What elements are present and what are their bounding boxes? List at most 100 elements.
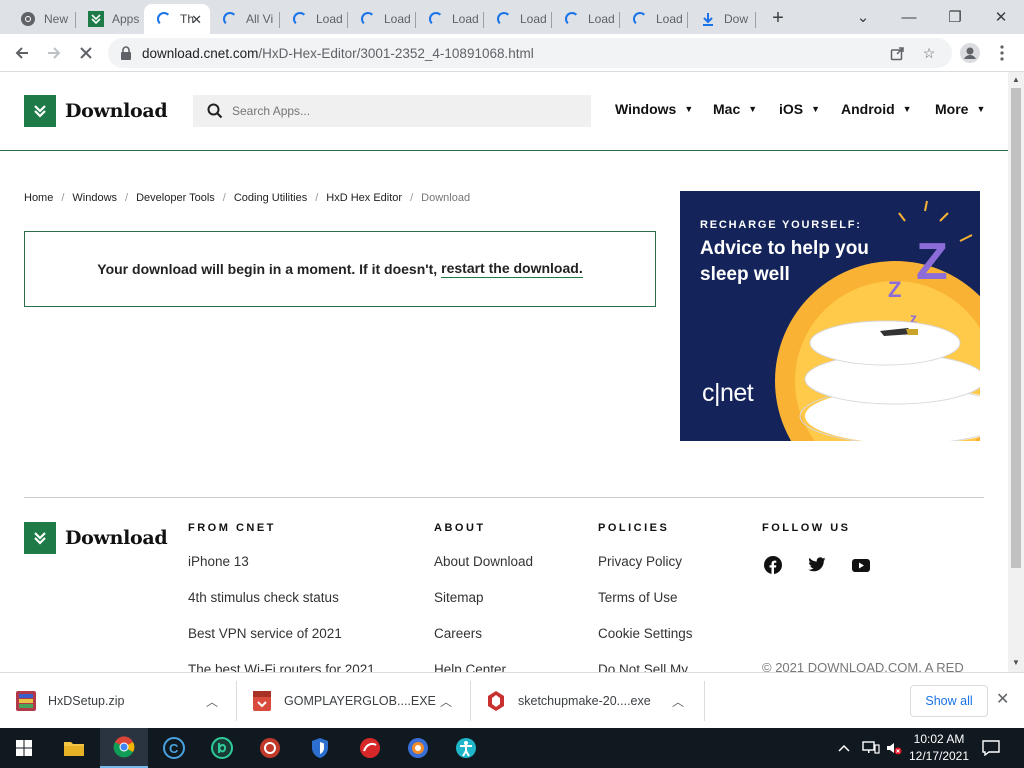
forward-button[interactable]: [40, 39, 68, 67]
ad-banner[interactable]: Z Z z RECHARGE YOURSELF: Advice to help …: [680, 191, 980, 441]
footer-logo[interactable]: Download: [24, 522, 168, 554]
download-notice: Your download will begin in a moment. If…: [24, 231, 656, 307]
windows-taskbar: C 10:02 AM 12/17/2021: [0, 728, 1024, 768]
download-item[interactable]: sketchupmake-20....exe ︿: [484, 681, 702, 721]
file-explorer-icon[interactable]: [50, 728, 98, 768]
back-button[interactable]: [8, 39, 36, 67]
download-item[interactable]: HxDSetup.zip ︿: [14, 681, 234, 721]
tab-search-icon[interactable]: ⌄: [840, 0, 886, 34]
start-button[interactable]: [0, 728, 48, 768]
download-separator: [704, 681, 705, 721]
chevron-up-icon[interactable]: ︿: [440, 693, 452, 710]
close-window-button[interactable]: ✕: [978, 0, 1024, 34]
footer-link[interactable]: Best VPN service of 2021: [188, 626, 375, 662]
chrome-icon: [20, 11, 36, 27]
restart-download-link[interactable]: restart the download.: [441, 260, 583, 278]
footer-heading: POLICIES: [598, 522, 670, 534]
tab-loading[interactable]: Load: [620, 4, 688, 34]
footer-link[interactable]: Help Center: [434, 662, 533, 672]
scroll-up-arrow-icon[interactable]: ▲: [1012, 75, 1020, 84]
nav-more[interactable]: More ▼: [935, 101, 985, 117]
profile-avatar[interactable]: [956, 39, 984, 67]
tab-loading[interactable]: Load: [348, 4, 416, 34]
breadcrumb-windows[interactable]: Windows: [72, 192, 117, 204]
system-clock[interactable]: 10:02 AM 12/17/2021: [906, 731, 972, 765]
youtube-icon[interactable]: [850, 554, 872, 576]
twitter-icon[interactable]: [806, 554, 828, 576]
footer-link[interactable]: The best Wi-Fi routers for 2021: [188, 662, 375, 672]
footer-link[interactable]: Cookie Settings: [598, 626, 693, 662]
tab-new[interactable]: New: [8, 4, 76, 34]
minimize-button[interactable]: —: [886, 0, 932, 34]
footer-link[interactable]: Do Not Sell My: [598, 662, 693, 672]
restore-button[interactable]: ❐: [932, 0, 978, 34]
nav-windows[interactable]: Windows ▼: [615, 101, 693, 117]
app-icon[interactable]: [198, 728, 246, 768]
downloads-bar: HxDSetup.zip ︿ GOMPLAYERGLOB....EXE ︿ sk…: [0, 672, 1024, 728]
footer-link[interactable]: Terms of Use: [598, 590, 693, 626]
stop-loading-button[interactable]: [72, 39, 100, 67]
site-logo[interactable]: Download: [24, 95, 168, 127]
download-logo-icon: [24, 522, 56, 554]
new-tab-button[interactable]: +: [764, 4, 792, 32]
footer-link[interactable]: 4th stimulus check status: [188, 590, 375, 626]
nav-label: Android: [841, 101, 895, 117]
security-shield-icon[interactable]: [296, 728, 344, 768]
notice-text: Your download will begin in a moment. If…: [97, 261, 438, 277]
chrome-taskbar-icon[interactable]: [100, 728, 148, 768]
breadcrumb-hxd-hex-editor[interactable]: HxD Hex Editor: [326, 192, 402, 204]
nav-android[interactable]: Android ▼: [841, 101, 912, 117]
breadcrumb-home[interactable]: Home: [24, 192, 53, 204]
chevron-up-icon[interactable]: ︿: [206, 693, 218, 710]
tab-loading[interactable]: Load: [552, 4, 620, 34]
scrollbar-thumb[interactable]: [1011, 88, 1021, 568]
address-bar[interactable]: download.cnet.com/HxD-Hex-Editor/3001-23…: [108, 38, 952, 68]
show-hidden-icons-chevron[interactable]: [838, 728, 850, 768]
scroll-down-arrow-icon[interactable]: ▼: [1012, 658, 1020, 667]
chevron-up-icon[interactable]: ︿: [672, 693, 684, 710]
download-item[interactable]: GOMPLAYERGLOB....EXE ︿: [250, 681, 468, 721]
tab-label: Load: [520, 12, 547, 26]
facebook-icon[interactable]: [762, 554, 784, 576]
tab-active[interactable]: Th ✕: [144, 4, 210, 34]
browser-menu-button[interactable]: [988, 39, 1016, 67]
nav-label: Mac: [713, 101, 741, 117]
breadcrumb-coding-utilities[interactable]: Coding Utilities: [234, 192, 307, 204]
app-icon[interactable]: [246, 728, 294, 768]
footer-heading: FOLLOW US: [762, 522, 851, 534]
footer-link[interactable]: Privacy Policy: [598, 554, 693, 590]
footer-link[interactable]: iPhone 13: [188, 554, 375, 590]
tab-all-vi[interactable]: All Vi: [210, 4, 280, 34]
close-tab-icon[interactable]: ✕: [191, 12, 202, 28]
page-scrollbar[interactable]: ▲ ▼: [1008, 72, 1024, 672]
close-downloads-bar-icon[interactable]: ✕: [996, 689, 1009, 709]
tab-label: Load: [656, 12, 683, 26]
tab-loading[interactable]: Load: [484, 4, 552, 34]
search-box[interactable]: [193, 95, 591, 127]
star-bookmark-icon[interactable]: ☆: [920, 44, 938, 62]
footer-divider: [24, 497, 984, 498]
tab-download[interactable]: Dow: [688, 4, 756, 34]
tab-separator: [755, 12, 756, 28]
breadcrumb-separator: /: [222, 192, 226, 204]
search-input[interactable]: [232, 104, 572, 118]
breadcrumb-developer-tools[interactable]: Developer Tools: [136, 192, 215, 204]
volume-muted-icon[interactable]: [886, 728, 902, 768]
show-all-downloads-button[interactable]: Show all: [910, 685, 988, 717]
browser-shield-icon[interactable]: [394, 728, 442, 768]
notifications-icon[interactable]: [982, 728, 1000, 768]
footer-link[interactable]: About Download: [434, 554, 533, 590]
footer-link[interactable]: Sitemap: [434, 590, 533, 626]
archive-file-icon: [14, 689, 38, 713]
nav-mac[interactable]: Mac ▼: [713, 101, 757, 117]
tab-loading[interactable]: Load: [416, 4, 484, 34]
network-icon[interactable]: [862, 728, 880, 768]
share-icon[interactable]: [888, 44, 906, 62]
ccleaner-icon[interactable]: C: [150, 728, 198, 768]
tab-loading[interactable]: Load: [280, 4, 348, 34]
footer-link[interactable]: Careers: [434, 626, 533, 662]
nav-ios[interactable]: iOS ▼: [779, 101, 820, 117]
tab-apps[interactable]: Apps: [76, 4, 144, 34]
media-player-icon[interactable]: [346, 728, 394, 768]
accessibility-app-icon[interactable]: [442, 728, 490, 768]
